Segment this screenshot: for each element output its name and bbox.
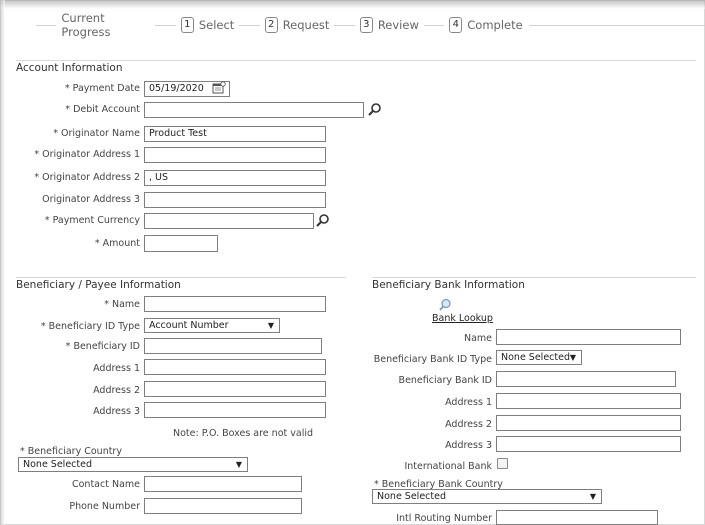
beneficiary-address-3-label: Address 3 [93, 406, 140, 417]
progress-line [334, 24, 355, 26]
beneficiary-id-type-select[interactable]: Account Number ▼ [144, 318, 280, 333]
beneficiary-name-label: * Name [104, 299, 140, 310]
beneficiary-name-field[interactable] [144, 296, 326, 312]
window-shadow [0, 0, 705, 9]
chevron-down-icon: ▼ [235, 460, 242, 469]
bank-lookup-icon[interactable] [438, 298, 452, 312]
step-number: 2 [264, 17, 278, 33]
section-divider [16, 277, 346, 278]
originator-address-3-label: Originator Address 3 [42, 194, 140, 205]
chevron-down-icon: ▼ [267, 321, 274, 330]
section-divider [372, 277, 696, 278]
progress-step-review: 3 Review [359, 17, 419, 33]
beneficiary-id-type-label: * Beneficiary ID Type [40, 321, 140, 332]
step-number: 3 [359, 17, 373, 33]
progress-title: Current Progress [61, 11, 111, 39]
window-side-shadow [0, 0, 5, 525]
intl-routing-number-field[interactable] [496, 510, 658, 525]
beneficiary-address-1-label: Address 1 [93, 363, 140, 374]
beneficiary-address-3-field[interactable] [144, 402, 326, 418]
originator-name-field[interactable]: Product Test [144, 126, 326, 142]
bank-name-label: Name [463, 333, 492, 344]
bank-address-2-label: Address 2 [445, 419, 492, 430]
progress-line [423, 24, 445, 26]
debit-account-field[interactable] [144, 102, 364, 118]
amount-field[interactable] [144, 235, 218, 252]
originator-address-1-label: * Originator Address 1 [34, 149, 140, 160]
amount-label: * Amount [94, 238, 140, 249]
progress-step-request: 2 Request [264, 17, 330, 33]
chevron-down-icon: ▼ [589, 492, 596, 501]
bank-id-label: Beneficiary Bank ID [398, 375, 492, 386]
bank-id-field[interactable] [496, 371, 676, 387]
phone-number-field[interactable] [144, 498, 302, 514]
calendar-icon[interactable] [212, 81, 226, 95]
bank-id-type-select[interactable]: None Selected ▼ [496, 350, 582, 365]
search-icon[interactable] [316, 213, 330, 227]
payment-currency-label: * Payment Currency [44, 215, 140, 226]
progress-line [155, 24, 176, 26]
payment-currency-field[interactable] [144, 213, 314, 229]
step-label: Complete [467, 18, 523, 32]
progress-line [36, 24, 57, 26]
bank-address-3-field[interactable] [496, 436, 681, 452]
payment-date-label: * Payment Date [64, 83, 140, 94]
progress-step-complete: 4 Complete [449, 17, 523, 33]
beneficiary-address-1-field[interactable] [144, 359, 326, 375]
step-number: 1 [180, 17, 194, 33]
originator-address-1-field[interactable] [144, 147, 326, 163]
international-bank-checkbox[interactable] [497, 458, 508, 469]
international-bank-label: International Bank [404, 461, 492, 472]
chevron-down-icon: ▼ [569, 353, 576, 362]
step-label: Select [198, 18, 235, 32]
beneficiary-id-label: * Beneficiary ID [65, 341, 140, 352]
progress-tracker: Current Progress 1 Select 2 Request 3 Re… [36, 11, 705, 39]
bank-id-type-label: Beneficiary Bank ID Type [373, 354, 492, 365]
beneficiary-country-label: * Beneficiary Country [20, 446, 122, 457]
originator-address-3-field[interactable] [144, 192, 326, 208]
beneficiary-id-field[interactable] [144, 338, 322, 354]
intl-routing-number-label: Intl Routing Number [396, 513, 492, 524]
step-label: Request [282, 18, 330, 32]
progress-line [528, 24, 705, 26]
originator-address-2-field[interactable]: , US [144, 170, 326, 186]
contact-name-field[interactable] [144, 476, 302, 492]
step-label: Review [377, 18, 419, 32]
search-icon[interactable] [368, 102, 382, 116]
bank-address-1-field[interactable] [496, 393, 681, 409]
originator-name-label: * Originator Name [53, 128, 140, 139]
beneficiary-country-select[interactable]: None Selected ▼ [18, 457, 248, 472]
bank-name-field[interactable] [496, 329, 681, 345]
progress-line [239, 24, 260, 26]
step-number: 4 [449, 17, 463, 33]
section-divider [16, 60, 696, 61]
section-title-beneficiary: Beneficiary / Payee Information [16, 279, 181, 291]
beneficiary-address-2-label: Address 2 [93, 385, 140, 396]
originator-address-2-label: * Originator Address 2 [34, 172, 140, 183]
bank-lookup-link[interactable]: Bank Lookup [432, 313, 493, 324]
section-title-bank: Beneficiary Bank Information [372, 279, 525, 291]
section-title-account: Account Information [16, 62, 123, 74]
progress-step-select: 1 Select [180, 17, 235, 33]
phone-number-label: Phone Number [69, 501, 140, 512]
debit-account-label: * Debit Account [65, 104, 140, 115]
beneficiary-address-2-field[interactable] [144, 381, 326, 397]
contact-name-label: Contact Name [71, 479, 140, 490]
bank-address-3-label: Address 3 [445, 440, 492, 451]
po-box-note: Note: P.O. Boxes are not valid [173, 428, 314, 439]
bank-address-2-field[interactable] [496, 415, 681, 431]
bank-country-select[interactable]: None Selected ▼ [372, 489, 602, 504]
bank-address-1-label: Address 1 [445, 397, 492, 408]
